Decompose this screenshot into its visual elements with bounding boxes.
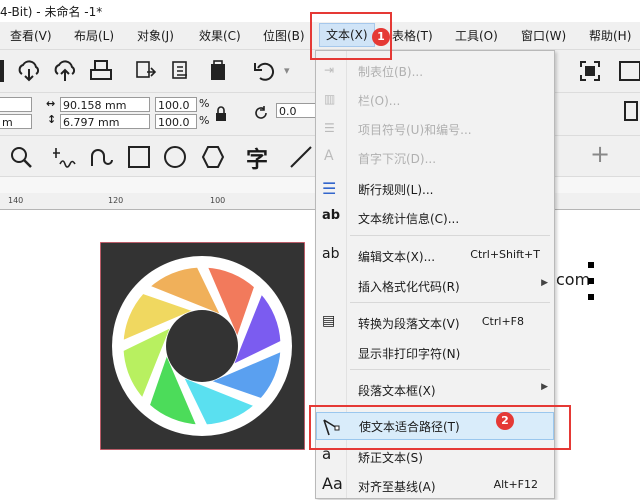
property-bar-edge-icon bbox=[624, 101, 638, 121]
menu-item-label: 栏(O)... bbox=[358, 94, 401, 108]
text-statistics-icon: ab bbox=[322, 208, 341, 223]
add-tool-icon[interactable]: + bbox=[590, 140, 610, 168]
edit-text-icon: ab bbox=[322, 246, 340, 262]
menu-item-bullets[interactable]: ☰ 项目符号(U)和编号... bbox=[316, 115, 554, 143]
columns-icon: ▥ bbox=[324, 92, 336, 106]
height-icon: ↕ bbox=[47, 113, 57, 126]
menu-item-label: 制表位(B)... bbox=[358, 65, 424, 79]
menu-item-text-statistics[interactable]: ab 文本统计信息(C)... bbox=[316, 204, 554, 232]
menu-separator bbox=[350, 235, 550, 236]
export-icon[interactable] bbox=[170, 59, 194, 83]
lock-ratio-icon[interactable] bbox=[214, 105, 228, 123]
canvas-text-fragment: com bbox=[556, 270, 591, 289]
import-icon[interactable] bbox=[134, 59, 158, 83]
menu-separator bbox=[350, 369, 550, 370]
ruler-tick: 120 bbox=[108, 196, 124, 205]
annotation-box-fit-text bbox=[309, 405, 571, 450]
scale-y-field[interactable]: 100.0 bbox=[155, 114, 197, 129]
menu-item-drop-cap[interactable]: A 首字下沉(D)... bbox=[316, 144, 554, 172]
toolbar-edge-icon bbox=[0, 60, 4, 82]
width-icon: ↔ bbox=[46, 97, 56, 110]
menu-item-shortcut: Ctrl+Shift+T bbox=[470, 248, 540, 261]
percent-label-y: % bbox=[199, 114, 210, 127]
y-position-field[interactable]: m bbox=[0, 114, 32, 129]
menu-item-align-baseline[interactable]: Aa 对齐至基线(A) Alt+F12 bbox=[316, 472, 554, 500]
annotation-badge-1: 1 bbox=[372, 28, 390, 46]
menu-item-paragraph-frame[interactable]: 段落文本框(X) ▶ bbox=[316, 376, 554, 404]
menu-item-label: 首字下沉(D)... bbox=[358, 152, 437, 166]
rotate-icon bbox=[255, 106, 267, 119]
tab-stop-icon: ⇥ bbox=[324, 63, 335, 77]
menu-window[interactable]: 窗口(W) bbox=[521, 27, 566, 44]
menu-item-tab-stops[interactable]: ⇥ 制表位(B)... bbox=[316, 57, 554, 85]
paste-icon[interactable] bbox=[206, 59, 230, 83]
menu-item-label: 文本统计信息(C)... bbox=[358, 212, 460, 226]
text-tool-icon[interactable]: 字 bbox=[246, 142, 268, 174]
bullets-icon: ☰ bbox=[324, 121, 335, 135]
fullscreen-icon[interactable] bbox=[578, 59, 602, 83]
ellipse-tool-icon[interactable] bbox=[162, 144, 188, 170]
menu-item-shortcut: Ctrl+F8 bbox=[481, 315, 524, 328]
menu-item-label: 编辑文本(X)... bbox=[358, 250, 436, 264]
aperture-logo[interactable] bbox=[100, 242, 305, 450]
window-title: 4-Bit) - 未命名 -1* bbox=[0, 5, 103, 19]
selection-handle[interactable] bbox=[588, 262, 594, 268]
menu-bitmap[interactable]: 位图(B) bbox=[263, 27, 305, 44]
menu-item-edit-text[interactable]: ab 编辑文本(X)... Ctrl+Shift+T bbox=[316, 242, 554, 270]
freehand-tool-icon[interactable] bbox=[52, 144, 80, 170]
menu-item-label: 转换为段落文本(V) bbox=[358, 317, 460, 331]
menu-item-label: 项目符号(U)和编号... bbox=[358, 123, 472, 137]
undo-dropdown-icon[interactable]: ▾ bbox=[284, 64, 290, 77]
annotation-badge-2: 2 bbox=[496, 412, 514, 430]
menu-item-label: 对齐至基线(A) bbox=[358, 480, 436, 494]
convert-paragraph-icon: ▤ bbox=[322, 313, 336, 329]
drop-cap-icon: A bbox=[324, 148, 334, 164]
menu-item-line-break-rules[interactable]: ☰ 断行规则(L)... bbox=[316, 175, 554, 203]
cloud-upload-icon[interactable] bbox=[52, 58, 78, 84]
cloud-download-icon[interactable] bbox=[16, 58, 42, 84]
menu-item-show-non-printing[interactable]: 显示非打印字符(N) bbox=[316, 339, 554, 367]
snap-icon[interactable] bbox=[618, 58, 640, 84]
menu-item-convert-to-paragraph[interactable]: ▤ 转换为段落文本(V) Ctrl+F8 bbox=[316, 309, 554, 337]
menu-effects[interactable]: 效果(C) bbox=[199, 27, 241, 44]
selection-handle[interactable] bbox=[588, 278, 594, 284]
menu-item-shortcut: Alt+F12 bbox=[493, 478, 538, 491]
scale-x-field[interactable]: 100.0 bbox=[155, 97, 197, 112]
menu-separator bbox=[350, 302, 550, 303]
menu-tools[interactable]: 工具(O) bbox=[455, 27, 498, 44]
menu-item-label: 断行规则(L)... bbox=[358, 183, 434, 197]
menu-layout[interactable]: 布局(L) bbox=[74, 27, 114, 44]
menu-table[interactable]: 表格(T) bbox=[392, 27, 433, 44]
polygon-tool-icon[interactable] bbox=[200, 144, 226, 170]
x-position-field[interactable] bbox=[0, 97, 32, 112]
menu-item-label: 插入格式化代码(R) bbox=[358, 280, 460, 294]
align-baseline-icon: Aa bbox=[322, 474, 343, 493]
y-unit-label: m bbox=[2, 116, 13, 129]
rotation-field[interactable]: 0.0 bbox=[276, 103, 316, 118]
undo-icon[interactable] bbox=[252, 59, 278, 83]
ruler-tick: 140 bbox=[8, 196, 24, 205]
submenu-arrow-icon: ▶ bbox=[541, 382, 548, 392]
height-field[interactable]: 6.797 mm bbox=[60, 114, 150, 129]
menu-help[interactable]: 帮助(H) bbox=[589, 27, 631, 44]
percent-label-x: % bbox=[199, 97, 210, 110]
menu-item-label: 段落文本框(X) bbox=[358, 384, 436, 398]
artistic-media-tool-icon[interactable] bbox=[88, 144, 114, 170]
menu-item-label: 矫正文本(S) bbox=[358, 451, 423, 465]
menu-item-label: 显示非打印字符(N) bbox=[358, 347, 461, 361]
print-icon[interactable] bbox=[88, 58, 114, 84]
zoom-tool-icon[interactable] bbox=[8, 144, 34, 170]
line-tool-icon[interactable] bbox=[288, 144, 314, 170]
line-break-rules-icon: ☰ bbox=[322, 179, 337, 198]
rectangle-tool-icon[interactable] bbox=[126, 144, 152, 170]
menu-view[interactable]: 查看(V) bbox=[10, 27, 52, 44]
selection-handle[interactable] bbox=[588, 294, 594, 300]
menu-item-columns[interactable]: ▥ 栏(O)... bbox=[316, 86, 554, 114]
menu-item-insert-formatting-code[interactable]: 插入格式化代码(R) ▶ bbox=[316, 272, 554, 300]
menu-object[interactable]: 对象(J) bbox=[137, 27, 174, 44]
logo-center bbox=[166, 310, 238, 382]
width-field[interactable]: 90.158 mm bbox=[60, 97, 150, 112]
ruler-tick: 100 bbox=[210, 196, 226, 205]
submenu-arrow-icon: ▶ bbox=[541, 278, 548, 288]
